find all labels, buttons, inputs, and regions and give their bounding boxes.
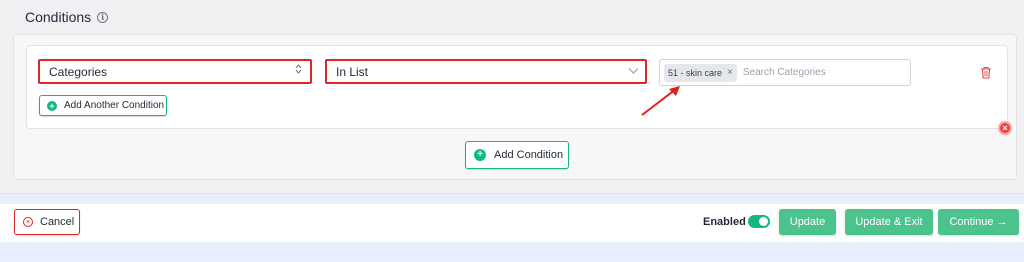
toggle-knob	[759, 217, 768, 226]
update-exit-label: Update & Exit	[855, 216, 923, 228]
cancel-label: Cancel	[40, 216, 75, 228]
trash-icon[interactable]	[980, 66, 992, 79]
update-exit-button[interactable]: Update & Exit	[845, 209, 933, 235]
condition-value-multiselect[interactable]: 51 - skin care × Search Categories	[659, 59, 911, 86]
annotation-arrow	[641, 86, 680, 116]
selected-tag-label: 51 - skin care	[668, 67, 723, 78]
add-another-condition-label: Add Another Condition	[64, 100, 165, 111]
conditions-title: Conditions	[25, 9, 92, 25]
close-circle-icon[interactable]: ×	[998, 121, 1012, 135]
plus-circle-icon: +	[474, 149, 486, 161]
enabled-toggle[interactable]	[748, 215, 770, 228]
sort-arrows-icon	[295, 64, 302, 74]
add-condition-button[interactable]: + Add Condition	[465, 141, 569, 169]
condition-row-card	[26, 45, 1008, 129]
add-condition-label: Add Condition	[494, 149, 564, 161]
condition-operator-select[interactable]: In List	[325, 59, 647, 84]
conditions-header: Conditions i	[25, 9, 109, 25]
search-categories-placeholder[interactable]: Search Categories	[743, 67, 826, 78]
condition-operator-value: In List	[336, 64, 369, 79]
info-icon[interactable]: i	[97, 11, 109, 23]
tag-remove-icon[interactable]: ×	[727, 67, 733, 78]
chevron-down-icon	[628, 63, 639, 78]
enabled-label: Enabled	[703, 216, 746, 228]
continue-button[interactable]: Continue →	[938, 209, 1019, 235]
update-button[interactable]: Update	[779, 209, 836, 235]
continue-label: Continue →	[949, 216, 1008, 228]
condition-field-value: Categories	[49, 64, 108, 79]
plus-circle-icon: +	[47, 100, 57, 111]
cancel-button[interactable]: × Cancel	[14, 209, 80, 235]
update-label: Update	[789, 216, 826, 228]
close-circle-icon: ×	[23, 217, 33, 227]
selected-tag: 51 - skin care ×	[664, 63, 737, 82]
add-another-condition-button[interactable]: + Add Another Condition	[39, 95, 167, 116]
condition-field-select[interactable]: Categories	[38, 59, 312, 84]
